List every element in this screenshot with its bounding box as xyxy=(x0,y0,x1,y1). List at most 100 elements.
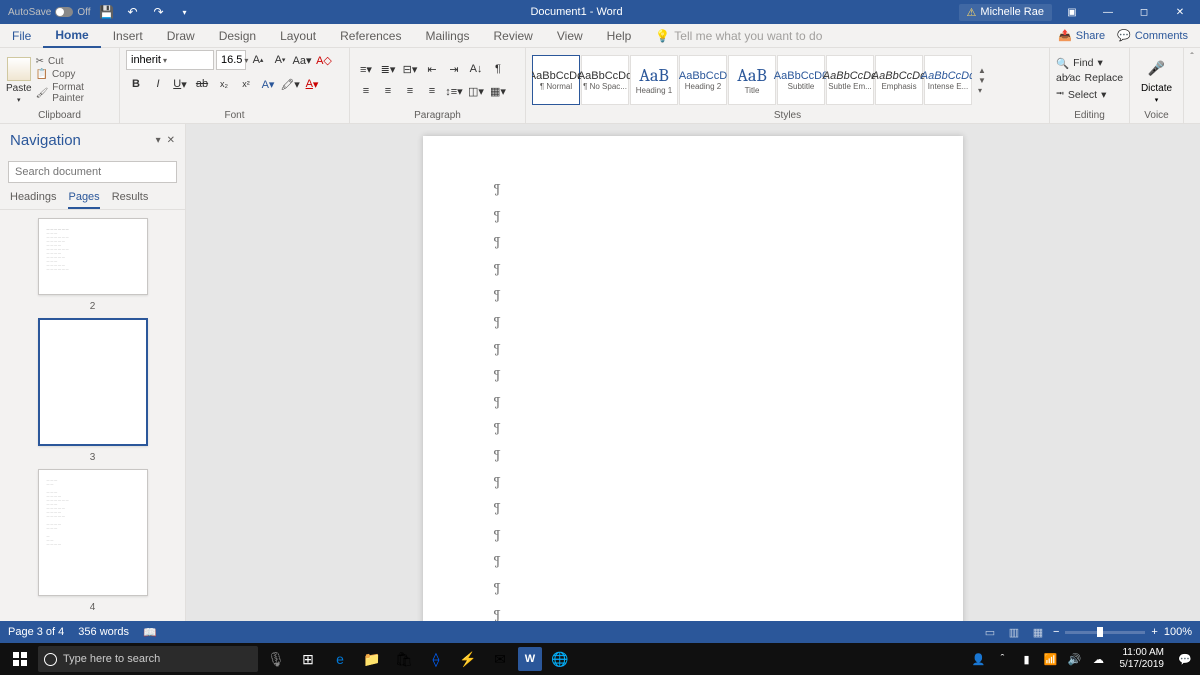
tab-draw[interactable]: Draw xyxy=(155,24,207,48)
line-spacing-button[interactable]: ↕≡▾ xyxy=(444,81,464,101)
cortana-mic-icon[interactable]: 🎙 xyxy=(262,645,290,673)
tab-help[interactable]: Help xyxy=(595,24,644,48)
nav-tab-results[interactable]: Results xyxy=(112,191,149,209)
page-thumbnail-1[interactable]: — — — — — — — — —— — — — — —— — — — —— —… xyxy=(38,218,148,295)
find-button[interactable]: 🔍Find ▾ xyxy=(1056,57,1123,70)
format-painter-button[interactable]: 🖌Format Painter xyxy=(36,82,113,104)
cut-button[interactable]: ✂Cut xyxy=(36,56,113,67)
start-button[interactable] xyxy=(6,645,34,673)
tab-references[interactable]: References xyxy=(328,24,413,48)
font-name-combo[interactable]: inherit xyxy=(126,50,214,70)
subscript-button[interactable]: x₂ xyxy=(214,74,234,94)
page-indicator[interactable]: Page 3 of 4 xyxy=(8,626,64,639)
bullets-button[interactable]: ≡▾ xyxy=(356,59,376,79)
styles-more-icon[interactable]: ▾ xyxy=(978,86,986,95)
ribbon-display-icon[interactable]: ▣ xyxy=(1056,0,1088,24)
select-button[interactable]: ⭲Select ▾ xyxy=(1056,86,1123,104)
style---no-spac---[interactable]: AaBbCcDd¶ No Spac... xyxy=(581,55,629,105)
copy-button[interactable]: 📋Copy xyxy=(36,69,113,80)
undo-icon[interactable]: ↶ xyxy=(123,2,143,22)
collapse-ribbon-icon[interactable]: ˆ xyxy=(1190,52,1193,63)
minimize-icon[interactable]: — xyxy=(1092,0,1124,24)
tab-review[interactable]: Review xyxy=(482,24,545,48)
paste-button[interactable]: Paste ▾ xyxy=(6,57,32,104)
style-heading-1[interactable]: AaBHeading 1 xyxy=(630,55,678,105)
word-icon[interactable]: W xyxy=(518,647,542,671)
styles-scroll-down-icon[interactable]: ▼ xyxy=(978,76,986,85)
edge-icon[interactable]: e xyxy=(326,645,354,673)
read-mode-icon[interactable]: ▭ xyxy=(981,624,999,640)
print-layout-icon[interactable]: ▥ xyxy=(1005,624,1023,640)
sort-button[interactable]: A↓ xyxy=(466,59,486,79)
web-layout-icon[interactable]: ▦ xyxy=(1029,624,1047,640)
zoom-level[interactable]: 100% xyxy=(1164,626,1192,638)
user-account[interactable]: ⚠ Michelle Rae xyxy=(959,4,1052,21)
style-subtle-em---[interactable]: AaBbCcDdSubtle Em... xyxy=(826,55,874,105)
superscript-button[interactable]: x² xyxy=(236,74,256,94)
multilevel-button[interactable]: ⊟▾ xyxy=(400,59,420,79)
comments-button[interactable]: 💬Comments xyxy=(1117,29,1188,42)
grow-font-button[interactable]: A▴ xyxy=(248,50,268,70)
save-icon[interactable]: 💾 xyxy=(97,2,117,22)
style-heading-2[interactable]: AaBbCcDHeading 2 xyxy=(679,55,727,105)
strikethrough-button[interactable]: ab xyxy=(192,74,212,94)
align-right-button[interactable]: ≡ xyxy=(400,81,420,101)
highlight-button[interactable]: 🖍▾ xyxy=(280,74,300,94)
dropbox-icon[interactable]: ⟠ xyxy=(422,645,450,673)
volume-icon[interactable]: 🔊 xyxy=(1066,653,1084,666)
bold-button[interactable]: B xyxy=(126,74,146,94)
styles-gallery[interactable]: AaBbCcDd¶ NormalAaBbCcDd¶ No Spac...AaBH… xyxy=(532,55,972,105)
taskbar-search[interactable]: Type here to search xyxy=(38,646,258,672)
shading-button[interactable]: ◫▾ xyxy=(466,81,486,101)
justify-button[interactable]: ≡ xyxy=(422,81,442,101)
close-icon[interactable]: ✕ xyxy=(1164,0,1196,24)
dictate-button[interactable]: 🎤 Dictate ▾ xyxy=(1141,57,1172,104)
align-center-button[interactable]: ≡ xyxy=(378,81,398,101)
maximize-icon[interactable]: ◻ xyxy=(1128,0,1160,24)
font-size-combo[interactable]: 16.5 xyxy=(216,50,246,70)
redo-icon[interactable]: ↷ xyxy=(149,2,169,22)
tab-home[interactable]: Home xyxy=(43,24,100,48)
word-count[interactable]: 356 words xyxy=(78,626,129,639)
document-area[interactable]: ¶ ¶ ¶ ¶ ¶ ¶ ¶ ¶ ¶ ¶ ¶ ¶ ¶ ¶ ¶ ¶ ¶ xyxy=(186,124,1200,621)
replace-button[interactable]: ab⁄acReplace xyxy=(1056,72,1123,84)
borders-button[interactable]: ▦▾ xyxy=(488,81,508,101)
change-case-button[interactable]: Aa▾ xyxy=(292,50,312,70)
decrease-indent-button[interactable]: ⇤ xyxy=(422,59,442,79)
nav-close-icon[interactable]: ✕ xyxy=(167,135,175,146)
nav-tab-pages[interactable]: Pages xyxy=(68,191,99,209)
tab-design[interactable]: Design xyxy=(207,24,268,48)
chrome-icon[interactable]: 🌐 xyxy=(546,645,574,673)
tell-me-search[interactable]: 💡 Tell me what you want to do xyxy=(643,29,1058,43)
qat-customize-icon[interactable]: ▾ xyxy=(175,2,195,22)
page-thumbnail-2[interactable] xyxy=(38,318,148,446)
italic-button[interactable]: I xyxy=(148,74,168,94)
wifi-icon[interactable]: 📶 xyxy=(1042,653,1060,666)
tab-mailings[interactable]: Mailings xyxy=(413,24,481,48)
tab-insert[interactable]: Insert xyxy=(101,24,155,48)
share-button[interactable]: 📤Share xyxy=(1058,29,1105,42)
tab-layout[interactable]: Layout xyxy=(268,24,328,48)
tray-up-icon[interactable]: ˆ xyxy=(994,653,1012,665)
style-subtitle[interactable]: AaBbCcD0Subtitle xyxy=(777,55,825,105)
shrink-font-button[interactable]: A▾ xyxy=(270,50,290,70)
tab-file[interactable]: File xyxy=(0,24,43,48)
font-color-button[interactable]: A▾ xyxy=(302,74,322,94)
mail-icon[interactable]: ✉ xyxy=(486,645,514,673)
align-left-button[interactable]: ≡ xyxy=(356,81,376,101)
show-marks-button[interactable]: ¶ xyxy=(488,59,508,79)
nav-tab-headings[interactable]: Headings xyxy=(10,191,56,209)
task-view-icon[interactable]: ⊞ xyxy=(294,645,322,673)
increase-indent-button[interactable]: ⇥ xyxy=(444,59,464,79)
notifications-icon[interactable]: 💬 xyxy=(1176,653,1194,666)
style-emphasis[interactable]: AaBbCcDdEmphasis xyxy=(875,55,923,105)
people-icon[interactable]: 👤 xyxy=(970,653,988,666)
nav-dropdown-icon[interactable]: ▾ xyxy=(156,135,161,146)
clock[interactable]: 11:00 AM 5/17/2019 xyxy=(1114,647,1171,671)
explorer-icon[interactable]: 📁 xyxy=(358,645,386,673)
clear-formatting-button[interactable]: A◇ xyxy=(314,50,334,70)
zoom-slider[interactable] xyxy=(1065,631,1145,634)
battery-icon[interactable]: ▮ xyxy=(1018,653,1036,666)
style-intense-e---[interactable]: AaBbCcDdIntense E... xyxy=(924,55,972,105)
nav-search-input[interactable] xyxy=(8,161,177,183)
